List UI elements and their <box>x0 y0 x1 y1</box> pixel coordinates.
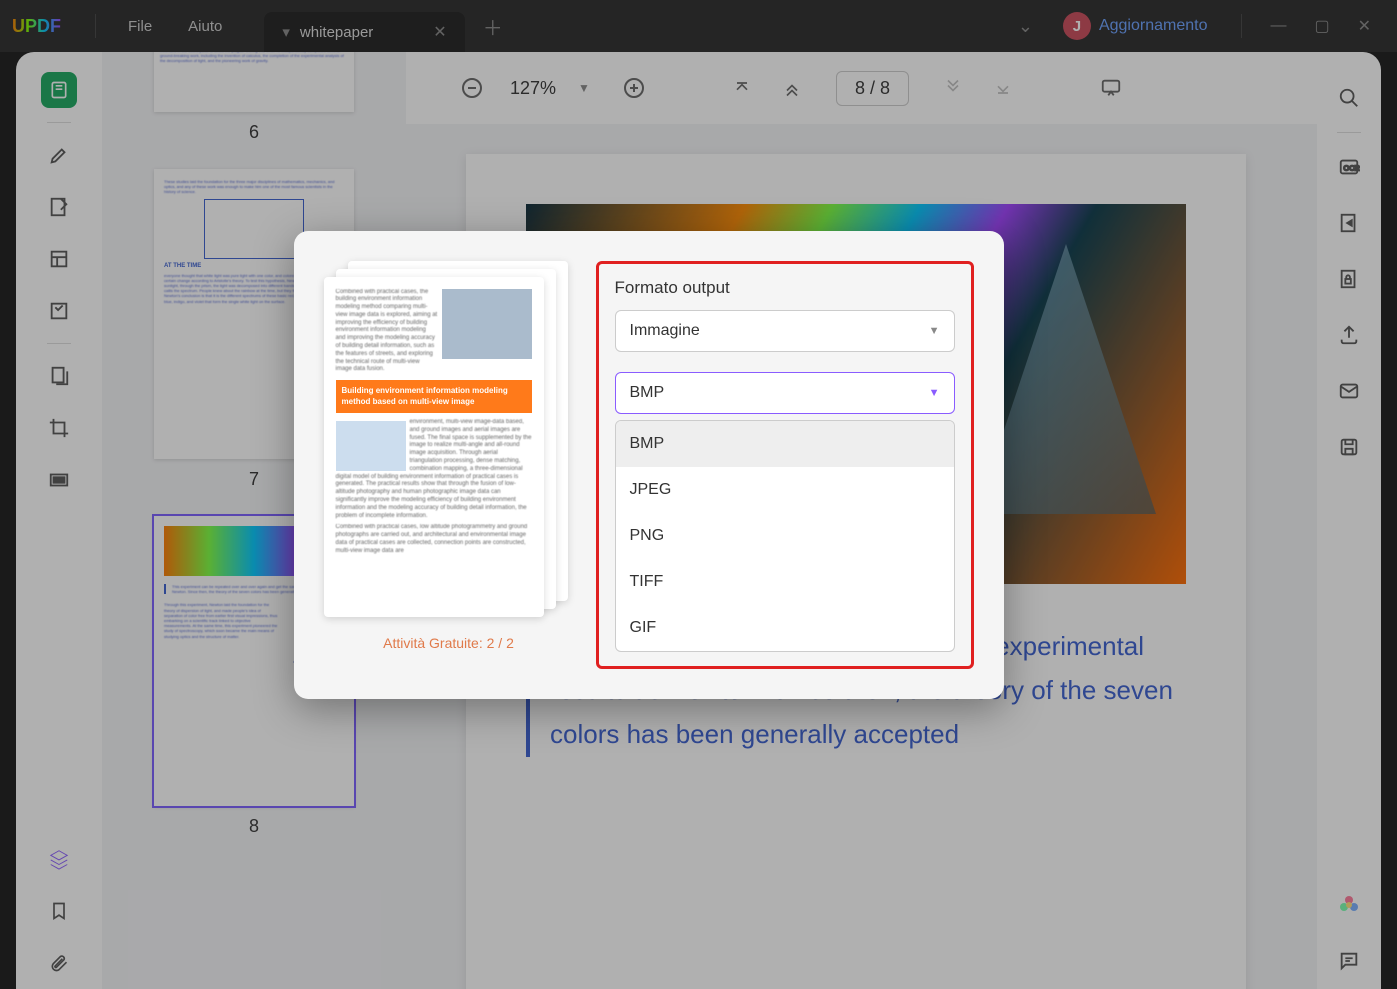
preview-page-front: Combined with practical cases, the build… <box>324 277 544 617</box>
select-value: BMP <box>630 384 665 402</box>
preview-orange-banner: Building environment information modelin… <box>336 380 532 413</box>
format-option-bmp[interactable]: BMP <box>616 421 954 467</box>
format-option-tiff[interactable]: TIFF <box>616 559 954 605</box>
free-activities-label: Attività Gratuite: 2 / 2 <box>324 635 574 651</box>
output-format-label: Formato output <box>615 278 955 298</box>
modal-overlay: Combined with practical cases, the build… <box>0 0 1397 989</box>
chevron-down-icon: ▼ <box>929 387 940 399</box>
format-option-png[interactable]: PNG <box>616 513 954 559</box>
output-type-select[interactable]: Immagine ▼ <box>615 310 955 352</box>
format-option-jpeg[interactable]: JPEG <box>616 467 954 513</box>
export-form-highlight: Formato output Immagine ▼ BMP ▼ BMP JPEG… <box>596 261 974 669</box>
image-format-select[interactable]: BMP ▼ <box>615 372 955 414</box>
export-dialog: Combined with practical cases, the build… <box>294 231 1004 699</box>
format-option-gif[interactable]: GIF <box>616 605 954 651</box>
chevron-down-icon: ▼ <box>929 325 940 337</box>
select-value: Immagine <box>630 322 700 340</box>
image-format-dropdown: BMP JPEG PNG TIFF GIF <box>615 420 955 652</box>
export-preview: Combined with practical cases, the build… <box>324 261 574 669</box>
